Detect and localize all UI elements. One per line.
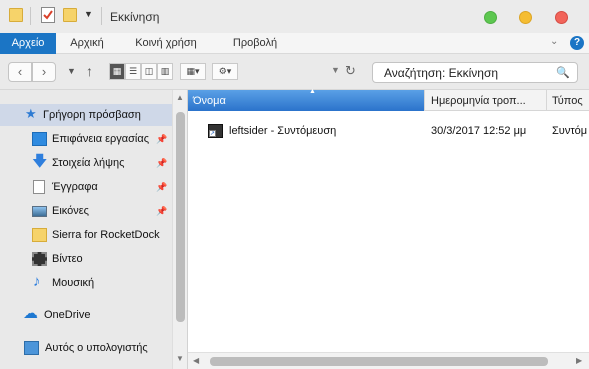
- title-bar: ▼ Εκκίνηση: [0, 0, 589, 33]
- recent-locations-icon[interactable]: ▼: [67, 66, 76, 76]
- traffic-yellow-button[interactable]: [519, 11, 532, 24]
- sidebar-item-videos[interactable]: Βίντεο: [0, 248, 172, 270]
- refresh-icon[interactable]: ↻: [345, 63, 356, 79]
- icon-view-button[interactable]: ▦: [109, 63, 125, 80]
- horizontal-scroll-thumb[interactable]: [210, 357, 548, 366]
- shortcut-arrow-icon: ↗: [209, 130, 216, 137]
- window-title: Εκκίνηση: [110, 10, 160, 24]
- tab-view[interactable]: Προβολή: [218, 33, 292, 54]
- pin-icon: 📌: [156, 182, 168, 192]
- column-date-modified[interactable]: Ημερομηνία τροπ...: [426, 90, 547, 111]
- download-icon: 🡇: [32, 153, 48, 170]
- folder-icon[interactable]: [9, 8, 23, 22]
- up-arrow-icon[interactable]: ↑: [86, 63, 93, 79]
- ribbon-tabs: Αρχείο Αρχική Κοινή χρήση Προβολή ⌄ ?: [0, 33, 589, 54]
- pictures-icon: [32, 206, 47, 217]
- sidebar-item-this-pc[interactable]: Αυτός ο υπολογιστής: [0, 337, 172, 359]
- sidebar-scroll-thumb[interactable]: [176, 112, 185, 322]
- tab-share[interactable]: Κοινή χρήση: [124, 33, 208, 54]
- sidebar-item-quick-access[interactable]: ★ Γρήγορη πρόσβαση: [0, 104, 172, 126]
- file-type: Συντόμ: [552, 125, 588, 137]
- sidebar-item-documents[interactable]: Έγγραφα 📌: [0, 176, 172, 198]
- scroll-down-arrow-icon[interactable]: ▼: [176, 354, 184, 363]
- document-icon: [33, 180, 45, 194]
- tab-home[interactable]: Αρχική: [58, 33, 116, 54]
- back-button[interactable]: ‹: [8, 62, 32, 82]
- search-icon[interactable]: 🔍: [556, 66, 570, 79]
- list-view-button[interactable]: ☰: [125, 63, 141, 80]
- forward-button[interactable]: ›: [32, 62, 56, 82]
- column-name[interactable]: Όνομα: [188, 90, 425, 111]
- search-placeholder: Αναζήτηση: Εκκίνηση: [384, 66, 499, 80]
- customize-toolbar-icon[interactable]: ▼: [84, 9, 93, 19]
- sidebar-item-desktop[interactable]: Επιφάνεια εργασίας 📌: [0, 128, 172, 150]
- shortcut-app-icon: ↗: [208, 124, 223, 138]
- sidebar-item-music[interactable]: ♪ Μουσική: [0, 272, 172, 294]
- sidebar-item-onedrive[interactable]: ☁ OneDrive: [0, 304, 172, 326]
- navigation-pane: ★ Γρήγορη πρόσβαση Επιφάνεια εργασίας 📌 …: [0, 90, 187, 369]
- pin-icon: 📌: [156, 158, 168, 168]
- sidebar-item-downloads[interactable]: 🡇 Στοιχεία λήψης 📌: [0, 152, 172, 174]
- action-gear-button[interactable]: ⚙▾: [212, 63, 238, 80]
- help-icon[interactable]: ?: [570, 36, 584, 50]
- cloud-icon: ☁: [23, 305, 38, 322]
- separator: [101, 7, 102, 25]
- sidebar-scrollbar[interactable]: ▲ ▼: [172, 90, 187, 369]
- column-header: Όνομα ▲ Ημερομηνία τροπ... Τύπος: [188, 88, 589, 111]
- properties-icon[interactable]: [41, 7, 55, 26]
- sidebar-item-pictures[interactable]: Εικόνες 📌: [0, 200, 172, 222]
- new-folder-icon[interactable]: [63, 8, 77, 22]
- sidebar-item-sierra-folder[interactable]: Sierra for RocketDock: [0, 224, 172, 246]
- file-name: leftsider - Συντόμευση: [229, 125, 337, 137]
- separator: [30, 7, 31, 25]
- sort-ascending-icon: ▲: [309, 88, 316, 95]
- star-icon: ★: [25, 106, 37, 121]
- cover-flow-button[interactable]: ▥: [157, 63, 173, 80]
- address-dropdown-icon[interactable]: ▼: [331, 65, 340, 75]
- traffic-red-button[interactable]: [555, 11, 568, 24]
- horizontal-scrollbar[interactable]: ◀ ▶: [188, 352, 589, 369]
- video-icon: [32, 252, 47, 266]
- file-row[interactable]: ↗ leftsider - Συντόμευση 30/3/2017 12:52…: [188, 120, 589, 142]
- tab-file[interactable]: Αρχείο: [0, 33, 56, 54]
- column-type[interactable]: Τύπος: [547, 90, 589, 111]
- toolbar: ‹ › ▼ ↑ ▦ ☰ ◫ ▥ ▦▾ ⚙▾ ▼ ↻ Αναζήτηση: Εκκ…: [0, 54, 589, 90]
- file-list-pane: Όνομα ▲ Ημερομηνία τροπ... Τύπος ↗ lefts…: [187, 88, 589, 369]
- scroll-up-arrow-icon[interactable]: ▲: [176, 93, 184, 102]
- music-icon: ♪: [33, 273, 41, 290]
- file-date: 30/3/2017 12:52 μμ: [431, 125, 527, 137]
- desktop-icon: [32, 132, 47, 146]
- traffic-green-button[interactable]: [484, 11, 497, 24]
- column-view-button[interactable]: ◫: [141, 63, 157, 80]
- pin-icon: 📌: [156, 206, 168, 216]
- pin-icon: 📌: [156, 134, 168, 144]
- expand-ribbon-icon[interactable]: ⌄: [550, 36, 558, 47]
- scroll-left-arrow-icon[interactable]: ◀: [193, 356, 199, 365]
- computer-icon: [24, 341, 39, 355]
- search-input[interactable]: Αναζήτηση: Εκκίνηση 🔍: [372, 62, 578, 83]
- folder-icon: [32, 228, 47, 242]
- arrange-button[interactable]: ▦▾: [180, 63, 206, 80]
- scroll-right-arrow-icon[interactable]: ▶: [576, 356, 582, 365]
